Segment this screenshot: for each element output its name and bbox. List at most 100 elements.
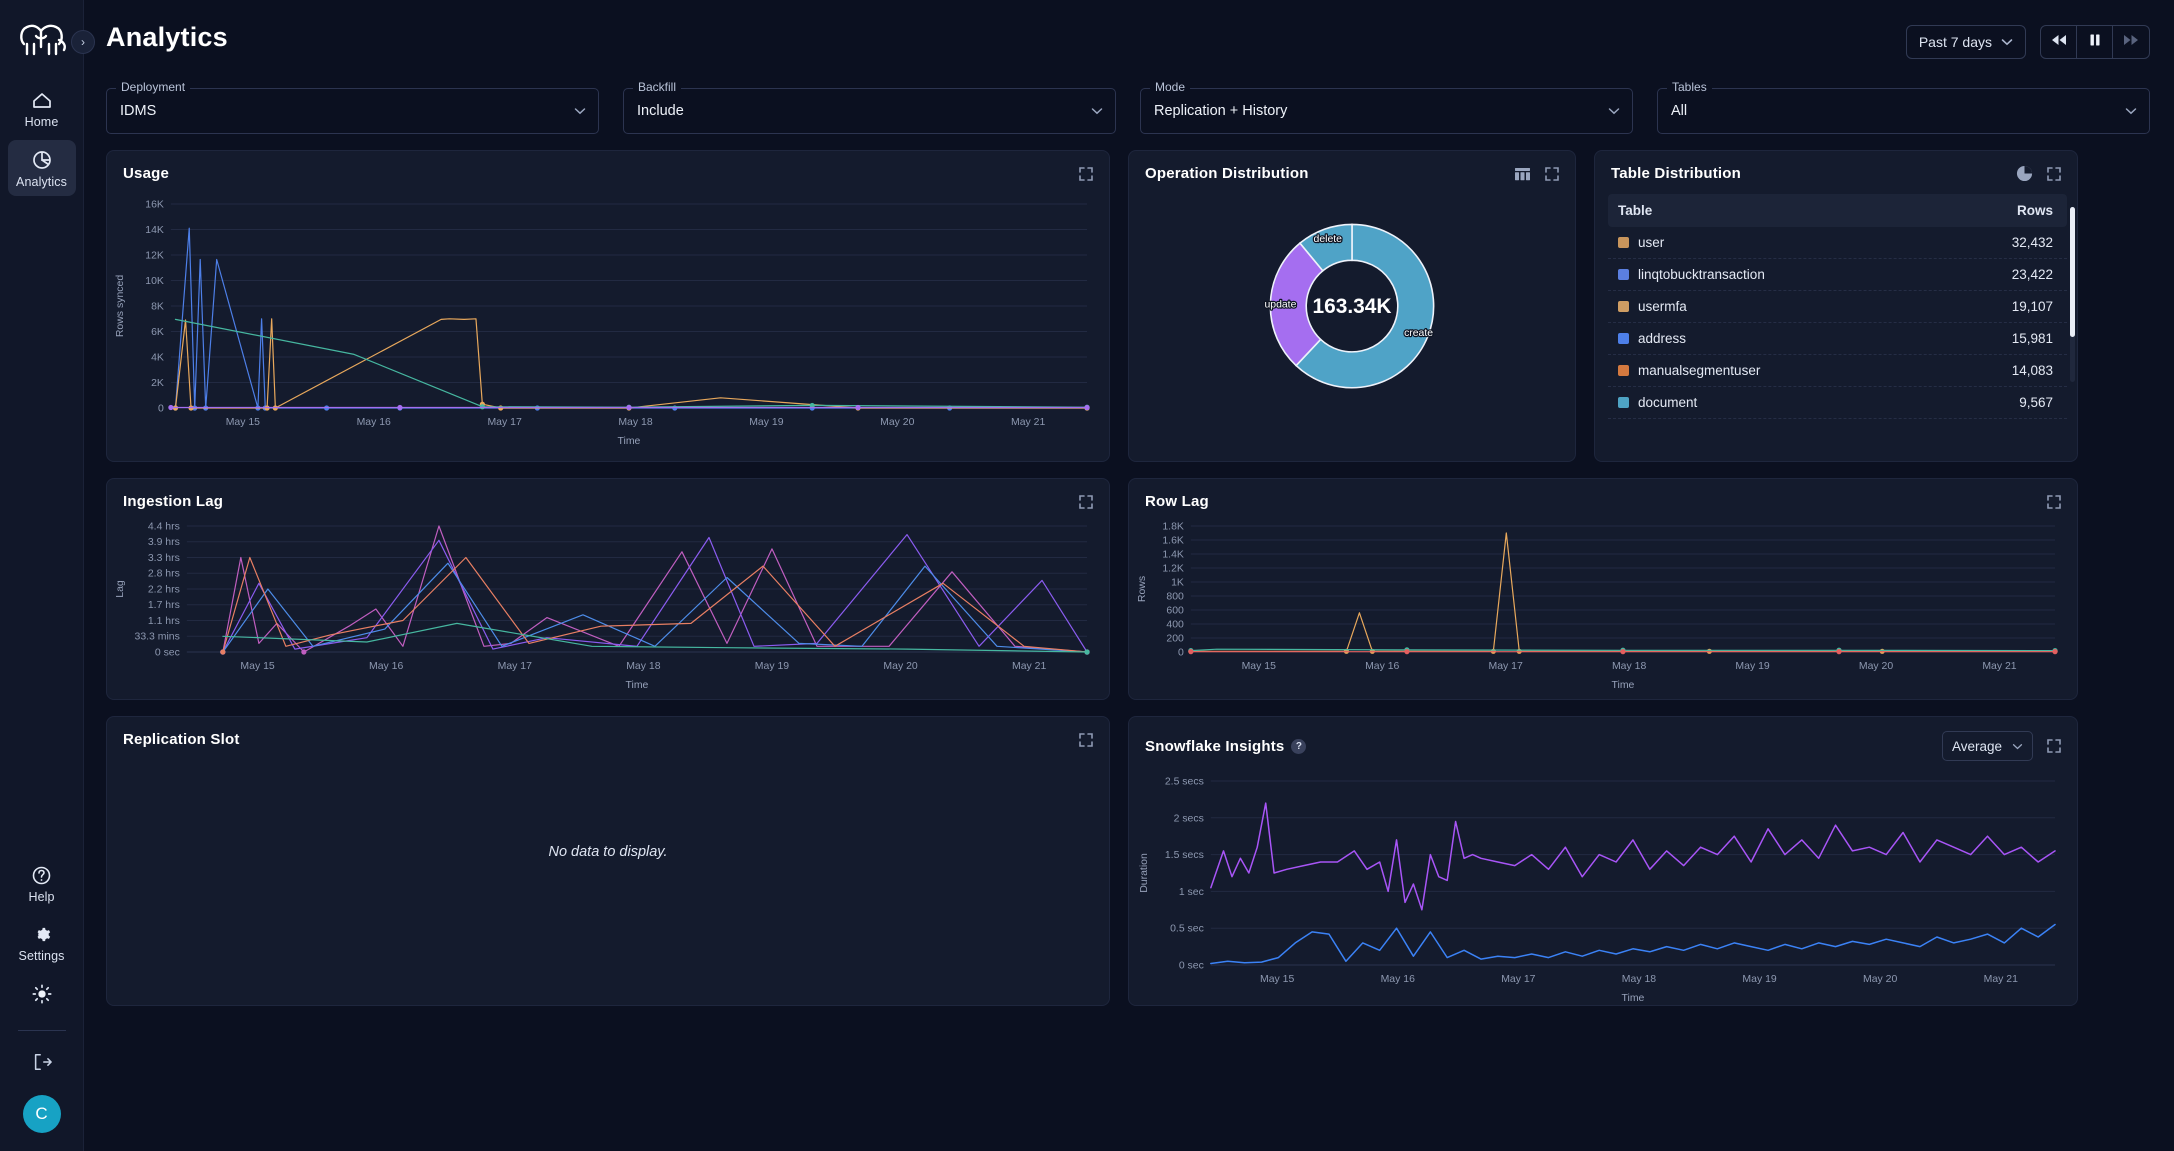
empty-state-message: No data to display. <box>548 844 668 860</box>
color-swatch <box>1618 237 1629 248</box>
svg-text:0: 0 <box>1178 647 1184 658</box>
ingestion-lag-title: Ingestion Lag <box>123 493 224 510</box>
svg-text:10K: 10K <box>145 276 164 287</box>
table-row[interactable]: document 9,567 <box>1608 387 2067 419</box>
svg-text:May 15: May 15 <box>226 417 260 428</box>
table-row-count: 32,432 <box>2011 235 2053 250</box>
color-swatch <box>1618 397 1629 408</box>
pause-icon <box>2088 33 2102 52</box>
ingestion-lag-header: Ingestion Lag <box>107 479 1109 514</box>
sidebar-item-analytics[interactable]: Analytics <box>7 140 76 196</box>
table-row[interactable]: user 32,432 <box>1608 227 2067 259</box>
table-row[interactable]: usermfa 19,107 <box>1608 291 2067 323</box>
svg-text:1.1 hrs: 1.1 hrs <box>148 616 180 627</box>
svg-text:1.6K: 1.6K <box>1162 535 1184 546</box>
snowflake-insights-card: Snowflake Insights ? Average 0 sec 0.5 s… <box>1128 716 2078 1006</box>
svg-text:2K: 2K <box>151 378 164 389</box>
svg-text:Rows: Rows <box>1137 576 1148 602</box>
mode-select[interactable]: Replication + History <box>1140 88 1633 134</box>
table-row[interactable]: manualsegmentuser 14,083 <box>1608 355 2067 387</box>
svg-text:May 20: May 20 <box>1863 974 1897 985</box>
svg-text:4K: 4K <box>151 352 164 363</box>
theme-toggle-button[interactable] <box>8 974 76 1012</box>
usage-card: Usage 0 2K 4K 6K 8K 10K 12K 14K 16K May 15 May 16 M… <box>106 150 1110 462</box>
chevron-right-icon: › <box>81 35 85 49</box>
svg-text:May 20: May 20 <box>880 417 914 428</box>
table-row[interactable]: linqtobucktransaction 23,422 <box>1608 259 2067 291</box>
color-swatch <box>1618 333 1629 344</box>
table-row[interactable]: address 15,981 <box>1608 323 2067 355</box>
svg-text:May 21: May 21 <box>1012 661 1046 672</box>
expand-icon[interactable] <box>1079 732 1093 747</box>
svg-text:8K: 8K <box>151 301 164 312</box>
pause-button[interactable] <box>2077 26 2113 58</box>
mode-value: Replication + History <box>1154 103 1288 119</box>
expand-icon[interactable] <box>2047 494 2061 509</box>
table-name: manualsegmentuser <box>1638 363 1761 378</box>
expand-icon[interactable] <box>1079 494 1093 509</box>
deployment-select[interactable]: IDMS <box>106 88 599 134</box>
topbar-controls: Past 7 days <box>1905 25 2150 59</box>
snowflake-insights-chart: 0 sec 0.5 sec 1 sec 1.5 secs 2 secs 2.5 secs M… <box>1129 765 2077 1005</box>
tables-filter: Tables All <box>1657 80 2150 134</box>
expand-icon[interactable] <box>1079 166 1093 181</box>
home-icon <box>31 91 53 111</box>
table-scrollbar[interactable] <box>2070 207 2075 382</box>
column-header-rows: Rows <box>2016 203 2053 218</box>
chevron-down-icon <box>574 104 586 118</box>
rewind-button[interactable] <box>2041 26 2077 58</box>
replication-slot-header: Replication Slot <box>107 717 1109 752</box>
aggregate-select[interactable]: Average <box>1941 731 2033 761</box>
backfill-select[interactable]: Include <box>623 88 1116 134</box>
fast-forward-button[interactable] <box>2113 26 2149 58</box>
svg-text:16K: 16K <box>145 199 164 210</box>
tables-select[interactable]: All <box>1657 88 2150 134</box>
snowflake-insights-header: Snowflake Insights ? Average <box>1129 717 2077 765</box>
sidebar-item-help[interactable]: Help <box>8 856 76 911</box>
elephant-logo[interactable] <box>14 14 70 64</box>
row-lag-card: Row Lag 0 200 400 600 800 1K 1.2K 1.4K 1.6K 1.8K M… <box>1128 478 2078 700</box>
logout-icon <box>31 1052 53 1072</box>
sidebar-collapse-toggle[interactable]: › <box>71 30 95 54</box>
usage-title: Usage <box>123 165 170 182</box>
svg-text:2.5 secs: 2.5 secs <box>1165 776 1204 787</box>
svg-text:Duration: Duration <box>1139 853 1150 893</box>
svg-text:33.3 mins: 33.3 mins <box>135 632 180 643</box>
row-lag-chart: 0 200 400 600 800 1K 1.2K 1.4K 1.6K 1.8K May 15 May… <box>1129 514 2077 696</box>
logout-button[interactable] <box>8 1043 76 1079</box>
svg-text:May 17: May 17 <box>498 661 532 672</box>
svg-text:12K: 12K <box>145 250 164 261</box>
svg-text:May 19: May 19 <box>755 661 789 672</box>
operation-distribution-chart: create update delete 163.34K <box>1129 186 1575 454</box>
gear-icon <box>31 924 52 945</box>
color-swatch <box>1618 301 1629 312</box>
chevron-down-icon <box>1608 104 1620 118</box>
pie-view-icon[interactable] <box>2016 165 2033 182</box>
sidebar-item-home[interactable]: Home <box>8 82 76 136</box>
avatar[interactable]: C <box>22 1095 61 1133</box>
time-range-select[interactable]: Past 7 days <box>1905 25 2026 59</box>
color-swatch <box>1618 269 1629 280</box>
expand-icon[interactable] <box>2047 166 2061 181</box>
table-distribution-tools <box>2016 165 2061 182</box>
tables-filter-label: Tables <box>1667 80 1712 94</box>
mode-filter-label: Mode <box>1150 80 1191 94</box>
expand-icon[interactable] <box>2047 739 2061 753</box>
ingestion-lag-chart: 0 sec 33.3 mins 1.1 hrs 1.7 hrs 2.2 hrs 2.8 h… <box>107 514 1109 696</box>
dashboard-row-1: Usage 0 2K 4K 6K 8K 10K 12K 14K 16K May 15 May 16 M… <box>106 150 2150 462</box>
svg-text:4.4 hrs: 4.4 hrs <box>148 521 180 532</box>
snowflake-insights-title: Snowflake Insights ? <box>1145 738 1307 755</box>
svg-text:delete: delete <box>1314 234 1343 245</box>
question-mark-icon[interactable]: ? <box>1291 738 1307 754</box>
page-title: Analytics <box>106 22 228 52</box>
operation-distribution-card: Operation Distribution create update del… <box>1128 150 1576 462</box>
svg-text:May 19: May 19 <box>1742 974 1776 985</box>
sidebar-item-settings[interactable]: Settings <box>8 915 76 970</box>
ingestion-lag-card: Ingestion Lag 0 sec 33.3 mins 1.1 hrs 1.7 h… <box>106 478 1110 700</box>
svg-text:May 16: May 16 <box>357 417 391 428</box>
svg-text:May 18: May 18 <box>1622 974 1656 985</box>
svg-text:May 15: May 15 <box>240 661 274 672</box>
expand-icon[interactable] <box>1545 166 1559 181</box>
table-view-icon[interactable] <box>1514 166 1531 182</box>
svg-text:May 21: May 21 <box>1011 417 1045 428</box>
